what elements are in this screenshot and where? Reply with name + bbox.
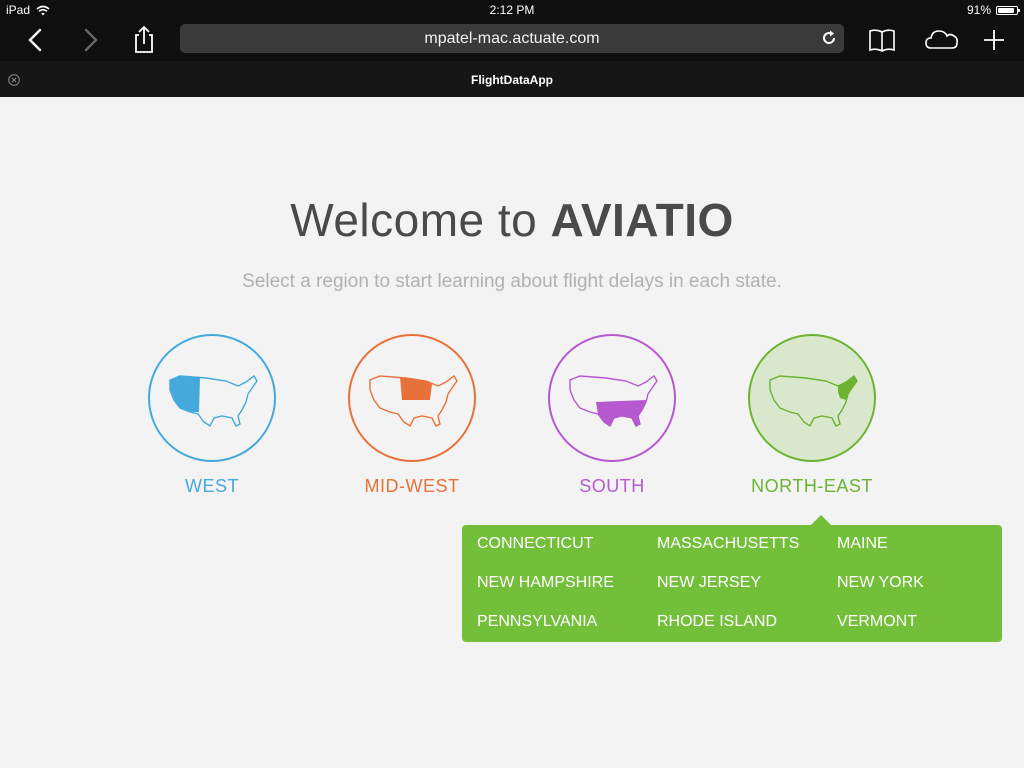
share-button[interactable] (128, 24, 160, 56)
region-circle (148, 334, 276, 462)
state-list-panel: CONNECTICUT MASSACHUSETTS MAINE NEW HAMP… (462, 525, 1002, 642)
url-text: mpatel-mac.actuate.com (424, 30, 600, 47)
state-item-new-hampshire[interactable]: NEW HAMPSHIRE (477, 574, 614, 592)
us-map-south-icon (569, 374, 658, 428)
battery-icon (996, 5, 1020, 15)
cloud-tabs-icon (925, 30, 958, 49)
dropdown-pointer (811, 515, 831, 525)
state-item-new-york[interactable]: NEW YORK (837, 574, 924, 592)
tab-title: FlightDataApp (471, 73, 553, 87)
region-label: SOUTH (579, 476, 645, 496)
forward-button[interactable] (74, 24, 106, 56)
reload-icon (823, 30, 836, 44)
region-label: WEST (185, 476, 239, 496)
status-time: 2:12 PM (489, 3, 535, 17)
address-bar[interactable]: mpatel-mac.actuate.com (180, 24, 844, 53)
new-tab-button[interactable] (978, 24, 1010, 56)
plus-icon (984, 30, 1004, 50)
battery-percent: 91% (966, 3, 991, 17)
region-south-button[interactable]: SOUTH (512, 334, 712, 497)
state-item-pennsylvania[interactable]: PENNSYLVANIA (477, 613, 597, 631)
region-circle (548, 334, 676, 462)
region-northeast-button[interactable]: NORTH-EAST (712, 334, 912, 497)
bookmarks-icon (869, 29, 895, 52)
chevron-left-icon (28, 28, 42, 52)
state-item-massachusetts[interactable]: MASSACHUSETTS (657, 535, 799, 553)
state-item-new-jersey[interactable]: NEW JERSEY (657, 574, 761, 592)
battery-fill (998, 7, 1014, 13)
region-midwest-button[interactable]: MID-WEST (312, 334, 512, 497)
status-bar: iPad 2:12 PM 91% (0, 0, 1024, 20)
brand-name: AVIATIO (550, 194, 734, 246)
bookmarks-button[interactable] (866, 24, 898, 56)
us-map-northeast-icon (769, 374, 858, 428)
share-icon (135, 25, 153, 53)
region-label: MID-WEST (364, 476, 460, 496)
reload-button[interactable] (820, 29, 838, 47)
state-item-maine[interactable]: MAINE (837, 535, 888, 553)
welcome-text: Welcome to (290, 194, 551, 246)
us-map-midwest-icon (369, 374, 458, 428)
region-circle (748, 334, 876, 462)
state-item-rhode-island[interactable]: RHODE ISLAND (657, 613, 777, 631)
tab-bar: FlightDataApp (0, 61, 1024, 97)
us-map-west-icon (169, 374, 258, 428)
state-item-vermont[interactable]: VERMONT (837, 613, 917, 631)
page-subtitle: Select a region to start learning about … (242, 271, 782, 292)
region-label: NORTH-EAST (751, 476, 873, 496)
page-title: Welcome to AVIATIO (0, 193, 1024, 247)
state-item-connecticut[interactable]: CONNECTICUT (477, 535, 593, 553)
chevron-right-icon (84, 28, 98, 52)
back-button[interactable] (20, 24, 52, 56)
region-west-button[interactable]: WEST (112, 334, 312, 497)
region-circle (348, 334, 476, 462)
browser-toolbar: mpatel-mac.actuate.com (0, 20, 1024, 61)
cloud-tabs-button[interactable] (924, 24, 958, 56)
